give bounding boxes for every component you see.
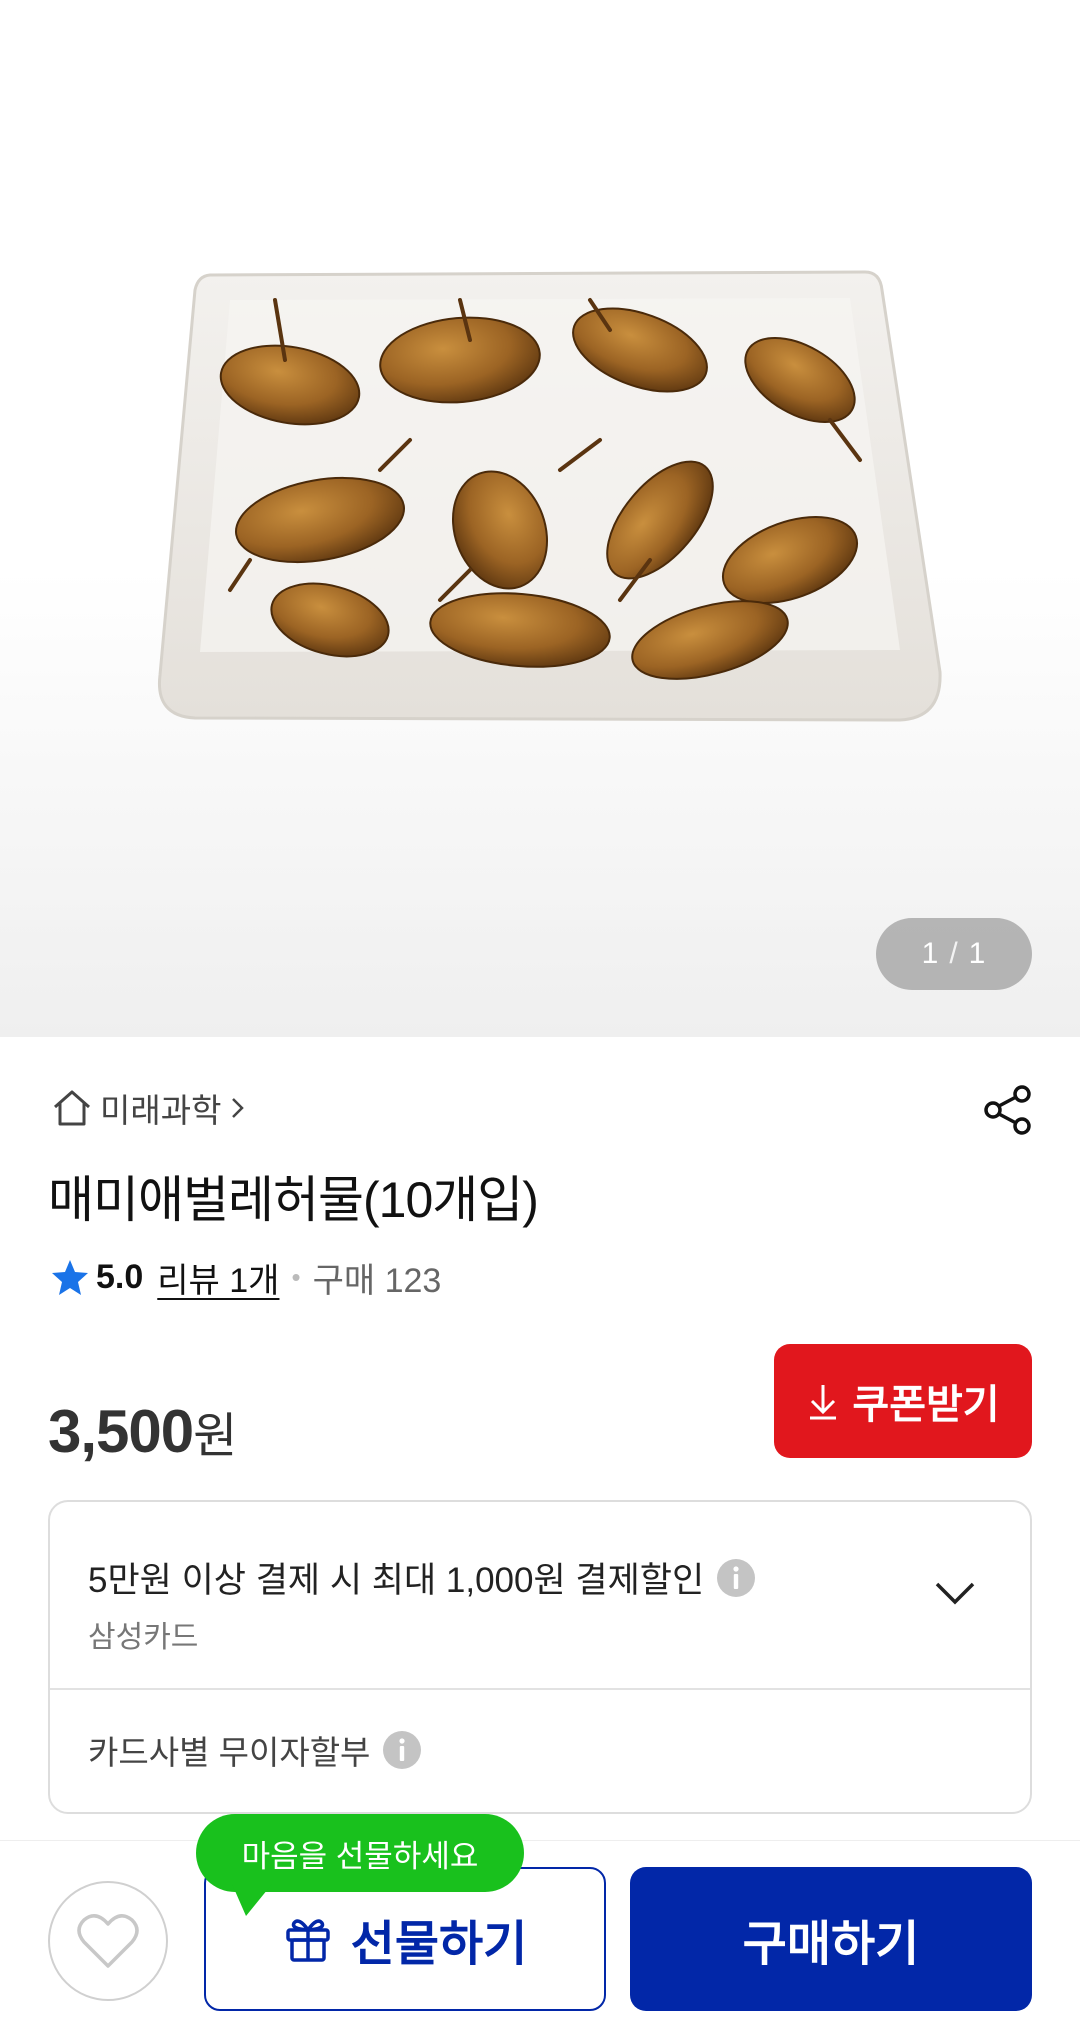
chevron-right-icon bbox=[232, 1098, 245, 1118]
image-page-indicator: 1 / 1 bbox=[876, 918, 1032, 990]
chevron-down-icon[interactable] bbox=[932, 1574, 978, 1614]
coupon-label: 쿠폰받기 bbox=[852, 1383, 1000, 1427]
price-unit: 원 bbox=[193, 1410, 238, 1463]
share-icon[interactable] bbox=[980, 1082, 1036, 1138]
card-name: 삼성카드 bbox=[88, 1621, 199, 1654]
gift-icon bbox=[285, 1919, 330, 1962]
total-pages: 1 bbox=[968, 937, 987, 970]
product-photo bbox=[157, 270, 942, 722]
product-image-gallery[interactable]: 1 / 1 bbox=[0, 0, 1080, 1037]
separator-dot: • bbox=[291, 1261, 301, 1292]
store-link[interactable]: 미래과학 bbox=[50, 1083, 249, 1133]
tooltip-tail bbox=[232, 1884, 272, 1916]
coupon-button[interactable]: 쿠폰받기 bbox=[774, 1344, 1032, 1458]
star-icon bbox=[52, 1260, 88, 1295]
card-discount-line: 5만원 이상 결제 시 최대 1,000원 결제할인 bbox=[88, 1552, 756, 1603]
card-discount-text: 5만원 이상 결제 시 최대 1,000원 결제할인 bbox=[88, 1561, 705, 1600]
gift-tooltip: 마음을 선물하세요 bbox=[196, 1814, 524, 1892]
home-icon bbox=[54, 1090, 90, 1126]
store-name: 미래과학 bbox=[100, 1092, 222, 1129]
like-button[interactable] bbox=[48, 1881, 168, 2001]
page-separator: / bbox=[949, 937, 959, 970]
buy-button[interactable]: 구매하기 bbox=[630, 1867, 1032, 2011]
heart-icon bbox=[77, 1914, 139, 1968]
bottom-action-bar: 선물하기 구매하기 bbox=[0, 1840, 1080, 2037]
gift-label: 선물하기 bbox=[350, 1918, 528, 1971]
product-title: 매미애벌레허물(10개입) bbox=[48, 1172, 539, 1228]
info-icon[interactable] bbox=[382, 1730, 422, 1770]
current-page: 1 bbox=[921, 937, 940, 970]
benefit-box: 5만원 이상 결제 시 최대 1,000원 결제할인 삼성카드 카드사별 무이자… bbox=[48, 1500, 1032, 1814]
download-icon bbox=[810, 1385, 837, 1420]
price: 3,500 원 bbox=[48, 1396, 237, 1466]
card-discount-row[interactable]: 5만원 이상 결제 시 최대 1,000원 결제할인 삼성카드 bbox=[50, 1502, 1030, 1690]
review-count-link[interactable]: 리뷰 1개 bbox=[157, 1253, 279, 1302]
price-amount: 3,500 bbox=[48, 1398, 194, 1465]
rating-score: 5.0 bbox=[96, 1257, 144, 1296]
installment-row[interactable]: 카드사별 무이자할부 bbox=[88, 1726, 422, 1774]
purchase-count: 구매 123 bbox=[312, 1261, 442, 1300]
info-icon[interactable] bbox=[716, 1558, 756, 1598]
rating-row: 5.0 리뷰 1개 • 구매 123 bbox=[50, 1252, 441, 1302]
buy-label: 구매하기 bbox=[742, 1918, 920, 1971]
installment-text: 카드사별 무이자할부 bbox=[88, 1734, 371, 1771]
